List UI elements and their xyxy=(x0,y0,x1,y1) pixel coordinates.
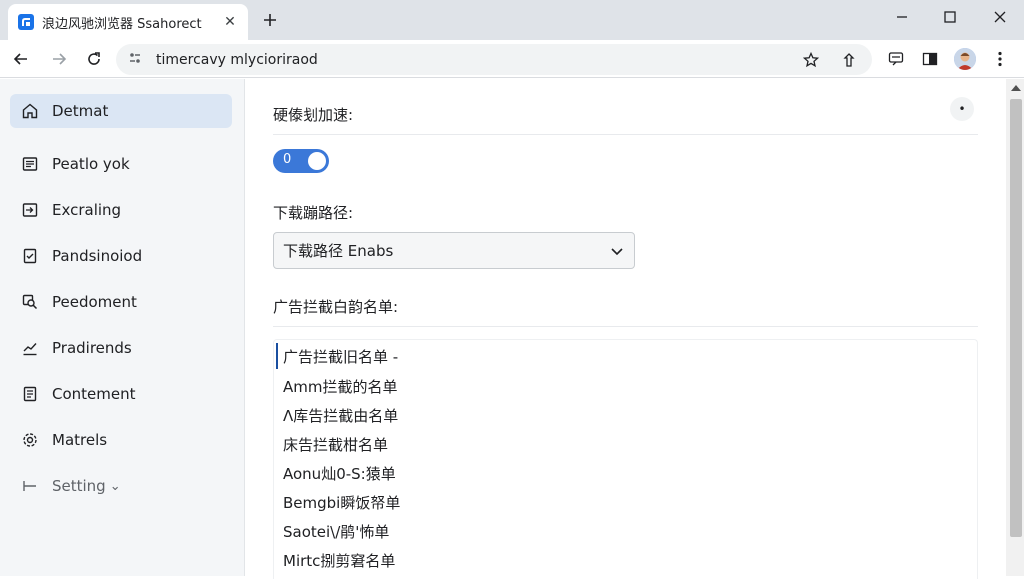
whitelist-item[interactable]: 床告拦截柑名单 xyxy=(283,434,388,455)
gear-icon xyxy=(20,430,40,450)
whitelist-item[interactable]: 广告拦截旧名单 - xyxy=(283,346,398,367)
divider xyxy=(273,134,978,135)
sidebar-item-peedoment[interactable]: Peedoment xyxy=(10,285,232,319)
download-path-value: 下载路径 Enabs xyxy=(283,242,394,260)
sidebar-item-pradirends[interactable]: Pradirends xyxy=(10,331,232,365)
forward-arrow-icon[interactable] xyxy=(47,47,71,71)
text-cursor xyxy=(276,343,278,369)
browser-tab[interactable]: 浪边风驰浏览器 Ssahorect ✕ xyxy=(8,4,248,40)
sidebar-item-label: Matrels xyxy=(52,431,108,449)
extension-icon[interactable] xyxy=(838,49,860,71)
settings-content: 硬傣刬加速: • 0 下载蹦路径: 下载路径 Enabs 广告拦截白韵名单: 广… xyxy=(246,79,1006,579)
sidebar-item-label: Peatlo yok xyxy=(52,155,130,173)
document-icon xyxy=(20,154,40,174)
collapse-icon xyxy=(20,476,40,496)
chevron-down-icon: ⌄ xyxy=(109,478,121,494)
settings-sidebar: Detmat Peatlo yok Excraling Pandsinoiod … xyxy=(0,79,245,576)
sidebar-item-label: Setting xyxy=(52,477,106,495)
whitelist-item[interactable]: Amm拦截的名单 xyxy=(283,376,398,397)
minimize-icon[interactable] xyxy=(877,0,927,34)
adblock-whitelist-title: 广告拦截白韵名单: xyxy=(273,298,399,316)
sidebar-item-contement[interactable]: Contement xyxy=(10,377,232,411)
address-bar[interactable]: timercavy mlycioriraod xyxy=(116,44,872,75)
whitelist-item[interactable]: Λ库告拦截由名单 xyxy=(283,405,398,426)
sidebar-item-setting[interactable]: Setting ⌄ xyxy=(10,469,232,503)
sidebar-item-detmat[interactable]: Detmat xyxy=(10,94,232,128)
sidebar-item-pandsinoiod[interactable]: Pandsinoiod xyxy=(10,239,232,273)
url-text: timercavy mlycioriraod xyxy=(156,51,318,68)
toggle-knob xyxy=(308,152,326,170)
sidebar-item-label: Detmat xyxy=(52,102,109,120)
scrollbar-thumb[interactable] xyxy=(1010,99,1022,537)
sidebar-item-label: Excraling xyxy=(52,201,122,219)
side-panel-icon[interactable] xyxy=(918,47,942,71)
translate-icon[interactable] xyxy=(884,47,908,71)
checklist-icon xyxy=(20,246,40,266)
more-options-button[interactable]: • xyxy=(950,97,974,121)
whitelist-item[interactable]: Bemgbi瞬饭帑单 xyxy=(283,492,400,513)
profile-avatar[interactable] xyxy=(954,48,976,70)
sidebar-item-peatlo-yok[interactable]: Peatlo yok xyxy=(10,147,232,181)
sidebar-item-label: Pandsinoiod xyxy=(52,247,143,265)
sidebar-item-matrels[interactable]: Matrels xyxy=(10,423,232,457)
download-path-title: 下载蹦路径: xyxy=(273,204,354,222)
content-icon xyxy=(20,384,40,404)
chevron-down-icon xyxy=(609,243,625,259)
whitelist-item[interactable]: Mirtc捌剪窘名单 xyxy=(283,550,395,571)
reload-icon[interactable] xyxy=(82,47,106,71)
sidebar-item-label: Contement xyxy=(52,385,136,403)
tab-title: 浪边风驰浏览器 Ssahorect xyxy=(42,16,202,32)
browser-logo-icon xyxy=(18,14,34,30)
sidebar-item-label: Peedoment xyxy=(52,293,137,311)
home-icon xyxy=(20,101,40,121)
sidebar-item-label: Pradirends xyxy=(52,339,132,357)
whitelist-item[interactable]: Aonu灿0-S:猿单 xyxy=(283,463,396,484)
site-info-icon[interactable] xyxy=(128,50,142,69)
toggle-state-text: 0 xyxy=(283,152,292,167)
bookmark-star-icon[interactable] xyxy=(800,49,822,71)
page-scrollbar[interactable] xyxy=(1006,79,1024,576)
browser-toolbar: timercavy mlycioriraod xyxy=(0,40,1024,78)
menu-kebab-icon[interactable] xyxy=(988,47,1012,71)
scroll-up-arrow-icon[interactable] xyxy=(1011,85,1021,91)
maximize-icon[interactable] xyxy=(925,0,975,34)
hardware-accel-title: 硬傣刬加速: xyxy=(273,106,354,124)
hardware-accel-toggle[interactable]: 0 xyxy=(273,149,329,173)
import-icon xyxy=(20,200,40,220)
whitelist-item[interactable]: Saotei\/鹃'怖单 xyxy=(283,521,389,542)
search-icon xyxy=(20,292,40,312)
divider xyxy=(273,326,978,327)
close-icon[interactable] xyxy=(975,0,1024,34)
whitelist-editor[interactable]: 广告拦截旧名单 - Amm拦截的名单 Λ库告拦截由名单 床告拦截柑名单 Aonu… xyxy=(273,339,978,579)
tab-strip: 浪边风驰浏览器 Ssahorect ✕ xyxy=(0,0,1024,40)
trend-icon xyxy=(20,338,40,358)
download-path-select[interactable]: 下载路径 Enabs xyxy=(273,232,635,269)
sidebar-item-excraling[interactable]: Excraling xyxy=(10,193,232,227)
back-arrow-icon[interactable] xyxy=(9,47,33,71)
tab-close-icon[interactable]: ✕ xyxy=(220,12,240,32)
new-tab-icon[interactable] xyxy=(258,8,282,32)
